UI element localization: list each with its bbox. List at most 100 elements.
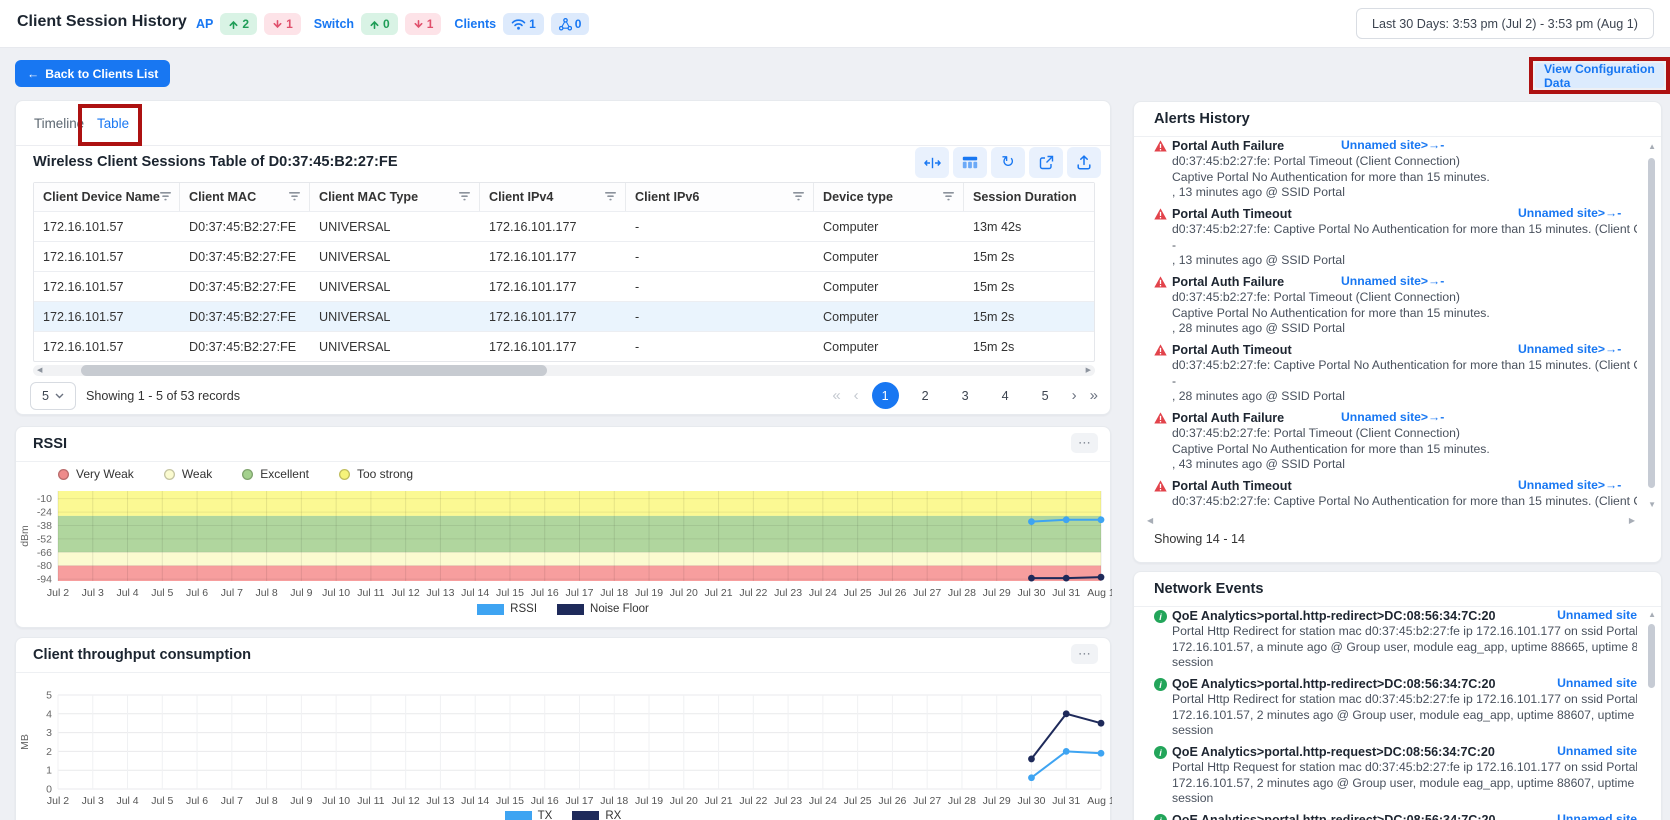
alert-item: Portal Auth FailureUnnamed site>→-d0:37:… [1154, 274, 1637, 342]
stat-pill-up: 2 [220, 13, 257, 35]
page-button-2[interactable]: 2 [912, 382, 939, 409]
filter-button[interactable] [943, 190, 954, 204]
events-scroll-thumb[interactable] [1648, 624, 1655, 688]
event-site-link[interactable]: Unnamed site [1557, 812, 1637, 820]
filter-button[interactable] [793, 190, 804, 204]
page-button-1[interactable]: 1 [872, 382, 899, 409]
series-legend-item[interactable]: Noise Floor [557, 603, 649, 615]
filter-button[interactable] [605, 190, 616, 204]
alert-detail-line: d0:37:45:b2:27:fe: Captive Portal No Aut… [1172, 222, 1637, 238]
alerts-scroll-up-icon[interactable]: ▲ [1648, 142, 1656, 151]
stat-value: 1 [529, 17, 536, 31]
stat-value: 0 [383, 17, 390, 31]
alerts-scroll-down-icon[interactable]: ▼ [1648, 500, 1656, 509]
filter-button[interactable] [289, 190, 300, 204]
filter-icon[interactable] [459, 192, 470, 201]
stat-pill-nodes: 0 [551, 13, 590, 35]
column-header: Client Device Name [34, 183, 180, 211]
arrow-up-icon [228, 19, 239, 30]
svg-text:4: 4 [46, 708, 52, 720]
alert-detail-line: d0:37:45:b2:27:fe: Portal Timeout (Clien… [1172, 154, 1637, 170]
warning-icon [1154, 276, 1167, 288]
alert-site-link[interactable]: Unnamed site>→- [1341, 138, 1444, 152]
alerts-page-right-icon[interactable]: ▶ [1629, 516, 1635, 525]
next-page-button[interactable]: › [1072, 387, 1077, 404]
alerts-history-title: Alerts History [1154, 111, 1250, 127]
view-configuration-data-button[interactable]: View Configuration Data [1535, 63, 1664, 88]
svg-text:Jul 11: Jul 11 [357, 795, 384, 807]
alert-site-link[interactable]: Unnamed site>→- [1518, 342, 1621, 356]
stat-value: 1 [286, 17, 293, 31]
prev-page-button[interactable]: ‹ [854, 387, 859, 404]
svg-text:Jul 22: Jul 22 [739, 587, 767, 599]
alert-site-link[interactable]: Unnamed site>→- [1518, 478, 1621, 492]
page-size-value: 5 [42, 389, 49, 403]
column-settings-button[interactable] [953, 147, 987, 178]
event-site-link[interactable]: Unnamed site [1557, 676, 1637, 690]
svg-text:-52: -52 [37, 533, 52, 545]
svg-text:Jul 3: Jul 3 [82, 795, 104, 807]
series-legend-item[interactable]: RSSI [477, 603, 537, 615]
event-site-link[interactable]: Unnamed site [1557, 608, 1637, 622]
warning-icon [1154, 140, 1167, 152]
stat-value: 2 [242, 17, 249, 31]
highlight-box-table-tab [78, 104, 142, 146]
filter-icon[interactable] [605, 192, 616, 201]
events-scroll-up-icon[interactable]: ▲ [1648, 610, 1656, 619]
table-row[interactable]: 172.16.101.57D0:37:45:B2:27:FEUNIVERSAL1… [34, 241, 1094, 271]
scroll-right-icon[interactable]: ▶ [1086, 365, 1091, 376]
table-row[interactable]: 172.16.101.57D0:37:45:B2:27:FEUNIVERSAL1… [34, 301, 1094, 331]
filter-button[interactable] [459, 190, 470, 204]
event-detail-line: session [1172, 723, 1637, 739]
scroll-left-icon[interactable]: ◀ [37, 365, 42, 376]
filter-icon[interactable] [160, 192, 171, 201]
fit-columns-icon [924, 157, 941, 169]
page-size-select[interactable]: 5 [30, 382, 76, 410]
throughput-menu-button[interactable]: ⋯ [1071, 644, 1098, 664]
alerts-page-left-icon[interactable]: ◀ [1147, 516, 1153, 525]
back-to-clients-button[interactable]: ← Back to Clients List [15, 60, 170, 87]
svg-text:-10: -10 [37, 493, 52, 505]
export-button[interactable] [1067, 147, 1101, 178]
event-site-link[interactable]: Unnamed site [1557, 744, 1637, 758]
legend-swatch [557, 604, 584, 615]
series-legend-item[interactable]: RX [572, 810, 621, 820]
records-summary: Showing 1 - 5 of 53 records [86, 389, 240, 403]
date-range-picker[interactable]: Last 30 Days: 3:53 pm (Jul 2) - 3:53 pm … [1356, 8, 1654, 39]
page-button-5[interactable]: 5 [1032, 382, 1059, 409]
horizontal-scroll-thumb[interactable] [81, 365, 547, 376]
refresh-button[interactable]: ↻ [991, 147, 1025, 178]
alert-detail-line: , 13 minutes ago @ SSID Portal [1172, 253, 1637, 269]
alert-site-link[interactable]: Unnamed site>→- [1341, 410, 1444, 424]
fit-columns-button[interactable] [915, 147, 949, 178]
last-page-button[interactable]: » [1090, 387, 1098, 404]
alert-site-link[interactable]: Unnamed site>→- [1518, 206, 1621, 220]
alerts-scroll-thumb[interactable] [1648, 158, 1655, 488]
series-legend-item[interactable]: TX [505, 810, 553, 820]
rssi-band-legend: Very WeakWeakExcellentToo strong [58, 467, 413, 481]
filter-icon[interactable] [943, 192, 954, 201]
filter-icon[interactable] [793, 192, 804, 201]
legend-dot [242, 469, 253, 480]
filter-button[interactable] [160, 190, 171, 204]
info-icon: i [1154, 746, 1167, 759]
svg-text:Jul 20: Jul 20 [670, 587, 698, 599]
filter-icon[interactable] [289, 192, 300, 201]
tab-timeline[interactable]: Timeline [34, 116, 84, 131]
svg-text:Jul 7: Jul 7 [221, 587, 243, 599]
table-row[interactable]: 172.16.101.57D0:37:45:B2:27:FEUNIVERSAL1… [34, 211, 1094, 241]
event-item: iQoE Analytics>portal.http-request>DC:08… [1154, 744, 1637, 812]
horizontal-scrollbar[interactable]: ◀ ▶ [33, 365, 1095, 376]
page-button-4[interactable]: 4 [992, 382, 1019, 409]
first-page-button[interactable]: « [832, 387, 840, 404]
svg-text:-66: -66 [37, 547, 52, 559]
svg-text:Jul 5: Jul 5 [151, 587, 173, 599]
table-row[interactable]: 172.16.101.57D0:37:45:B2:27:FEUNIVERSAL1… [34, 271, 1094, 301]
event-item: iQoE Analytics>portal.http-redirect>DC:0… [1154, 812, 1637, 820]
page-button-3[interactable]: 3 [952, 382, 979, 409]
alert-site-link[interactable]: Unnamed site>→- [1341, 274, 1444, 288]
rssi-menu-button[interactable]: ⋯ [1071, 433, 1098, 453]
table-row[interactable]: 172.16.101.57D0:37:45:B2:27:FEUNIVERSAL1… [34, 331, 1094, 361]
event-detail-line: Portal Http Redirect for station mac d0:… [1172, 624, 1637, 640]
open-external-button[interactable] [1029, 147, 1063, 178]
